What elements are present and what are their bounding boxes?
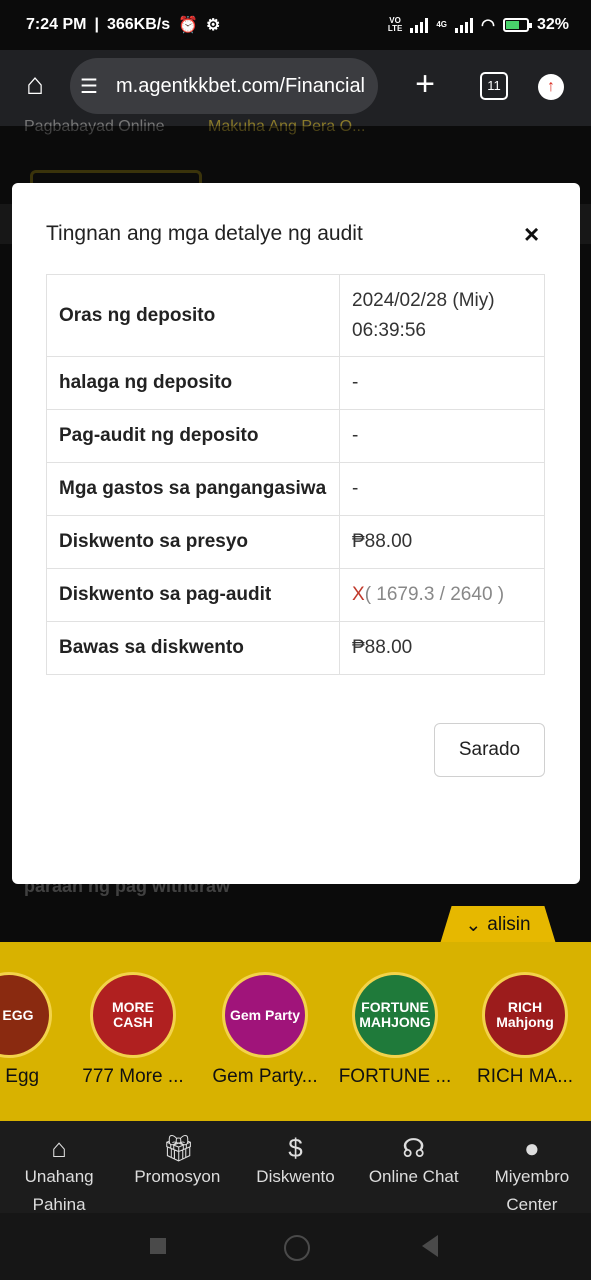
- table-row: Mga gastos sa pangangasiwa -: [46, 462, 545, 516]
- game-name: Gem Party...: [212, 1066, 318, 1087]
- row-label: Bawas sa diskwento: [46, 621, 340, 675]
- game-name: RICH MA...: [476, 1066, 574, 1087]
- row-value: -: [339, 409, 545, 463]
- status-bar: 7:24 PM | 366KB/s ⏰ ⚙ VO LTE 4G ◠ 32%: [0, 0, 591, 50]
- row-label: Diskwento sa pag-audit: [46, 568, 340, 622]
- game-item[interactable]: RICH Mahjong RICH MA...: [460, 972, 590, 1088]
- recents-icon[interactable]: [150, 1238, 166, 1254]
- settings-icon: ⚙: [206, 17, 221, 34]
- close-icon[interactable]: ×: [524, 221, 539, 247]
- table-row: Bawas sa diskwento ₱88.00: [46, 621, 545, 675]
- nav-member-center[interactable]: ● Miyembro Center: [473, 1121, 591, 1214]
- row-value: X( 1679.3 / 2640 ): [339, 568, 545, 622]
- game-item[interactable]: FORTUNE MAHJONG FORTUNE ...: [330, 972, 460, 1088]
- nav-promotions[interactable]: 🎁︎ Promosyon: [118, 1121, 236, 1213]
- game-icon: IN EGG: [0, 972, 52, 1058]
- android-home-icon[interactable]: [284, 1235, 310, 1261]
- audit-progress: ( 1679.3 / 2640 ): [364, 584, 505, 605]
- game-icon: FORTUNE MAHJONG: [352, 972, 438, 1058]
- back-icon[interactable]: [422, 1235, 438, 1257]
- games-strip: IN EGG on Egg MORE CASH 777 More ... Gem…: [0, 942, 591, 1121]
- browser-home-icon[interactable]: ⌂: [18, 68, 52, 102]
- game-item[interactable]: Gem Party Gem Party...: [200, 972, 330, 1088]
- status-divider: |: [94, 16, 99, 33]
- alarm-icon: ⏰: [178, 17, 199, 34]
- user-icon: ●: [524, 1133, 540, 1163]
- nav-home[interactable]: ⌂ Unahang Pahina: [0, 1121, 118, 1214]
- row-value: -: [339, 356, 545, 410]
- row-label: Pag-audit ng deposito: [46, 409, 340, 463]
- wifi-icon: ◠: [481, 17, 495, 34]
- nav-label: Miyembro Center: [494, 1167, 570, 1214]
- volte-icon: VO LTE: [387, 16, 403, 33]
- game-name: on Egg: [0, 1066, 40, 1087]
- site-settings-icon[interactable]: ☰: [80, 74, 106, 99]
- address-bar[interactable]: ☰ m.agentkkbet.com/Financial: [70, 58, 378, 114]
- audit-table: Oras ng deposito 2024/02/28 (Miy) 06:39:…: [46, 274, 545, 675]
- nav-label: Promosyon: [134, 1167, 221, 1186]
- modal-title: Tingnan ang mga detalye ng audit: [46, 222, 363, 245]
- table-row: Diskwento sa presyo ₱88.00: [46, 515, 545, 569]
- battery-percent: 32%: [536, 16, 569, 33]
- row-label: halaga ng deposito: [46, 356, 340, 410]
- row-label: Diskwento sa presyo: [46, 515, 340, 569]
- row-label: Mga gastos sa pangangasiwa: [46, 462, 340, 516]
- close-button[interactable]: Sarado: [434, 723, 545, 777]
- bottom-navigation: ⌂ Unahang Pahina 🎁︎ Promosyon $ Diskwent…: [0, 1121, 591, 1214]
- game-icon: MORE CASH: [90, 972, 176, 1058]
- nav-discount[interactable]: $ Diskwento: [236, 1121, 354, 1213]
- row-value: -: [339, 462, 545, 516]
- fail-mark: X: [352, 584, 365, 605]
- home-icon: ⌂: [51, 1133, 67, 1163]
- nav-online-chat[interactable]: ☊ Online Chat: [355, 1121, 473, 1213]
- row-label: Oras ng deposito: [46, 274, 340, 357]
- new-tab-icon[interactable]: +: [410, 64, 440, 104]
- status-time: 7:24 PM: [26, 16, 87, 33]
- game-icon: Gem Party: [222, 972, 308, 1058]
- chevron-down-icon: ⌄: [465, 914, 482, 936]
- table-row: Oras ng deposito 2024/02/28 (Miy) 06:39:…: [46, 274, 545, 357]
- table-row: halaga ng deposito -: [46, 356, 545, 410]
- table-row: Pag-audit ng deposito -: [46, 409, 545, 463]
- game-icon: RICH Mahjong: [482, 972, 568, 1058]
- table-row: Diskwento sa pag-audit X( 1679.3 / 2640 …: [46, 568, 545, 622]
- audit-details-modal: Tingnan ang mga detalye ng audit × Oras …: [12, 183, 580, 884]
- android-navigation-bar: [0, 1213, 591, 1280]
- game-name: FORTUNE ...: [338, 1066, 452, 1087]
- alisin-toggle[interactable]: ⌄ alisin: [440, 906, 556, 944]
- tab-switcher-button[interactable]: 11: [480, 72, 508, 100]
- update-icon[interactable]: ↑: [538, 74, 564, 100]
- nav-label: Online Chat: [368, 1167, 459, 1186]
- row-value: 2024/02/28 (Miy) 06:39:56: [339, 274, 545, 357]
- game-item[interactable]: MORE CASH 777 More ...: [68, 972, 198, 1088]
- gift-icon: 🎁︎: [162, 1133, 196, 1163]
- headset-icon: ☊: [402, 1133, 426, 1163]
- url-text: m.agentkkbet.com/Financial: [116, 74, 366, 97]
- dollar-icon: $: [288, 1133, 303, 1163]
- signal-icon: [410, 17, 429, 33]
- signal-icon-2: [455, 17, 473, 33]
- browser-toolbar: ⌂ ☰ m.agentkkbet.com/Financial + 11 ↑: [0, 50, 591, 126]
- row-value: ₱88.00: [339, 515, 545, 569]
- game-item[interactable]: IN EGG on Egg: [0, 972, 74, 1088]
- alisin-label: alisin: [487, 914, 531, 935]
- game-name: 777 More ...: [82, 1066, 184, 1087]
- nav-label: Unahang Pahina: [24, 1167, 94, 1214]
- nav-label: Diskwento: [256, 1167, 335, 1186]
- row-value: ₱88.00: [339, 621, 545, 675]
- network-type: 4G: [436, 20, 447, 29]
- battery-icon: [502, 18, 532, 32]
- status-speed: 366KB/s: [106, 16, 171, 33]
